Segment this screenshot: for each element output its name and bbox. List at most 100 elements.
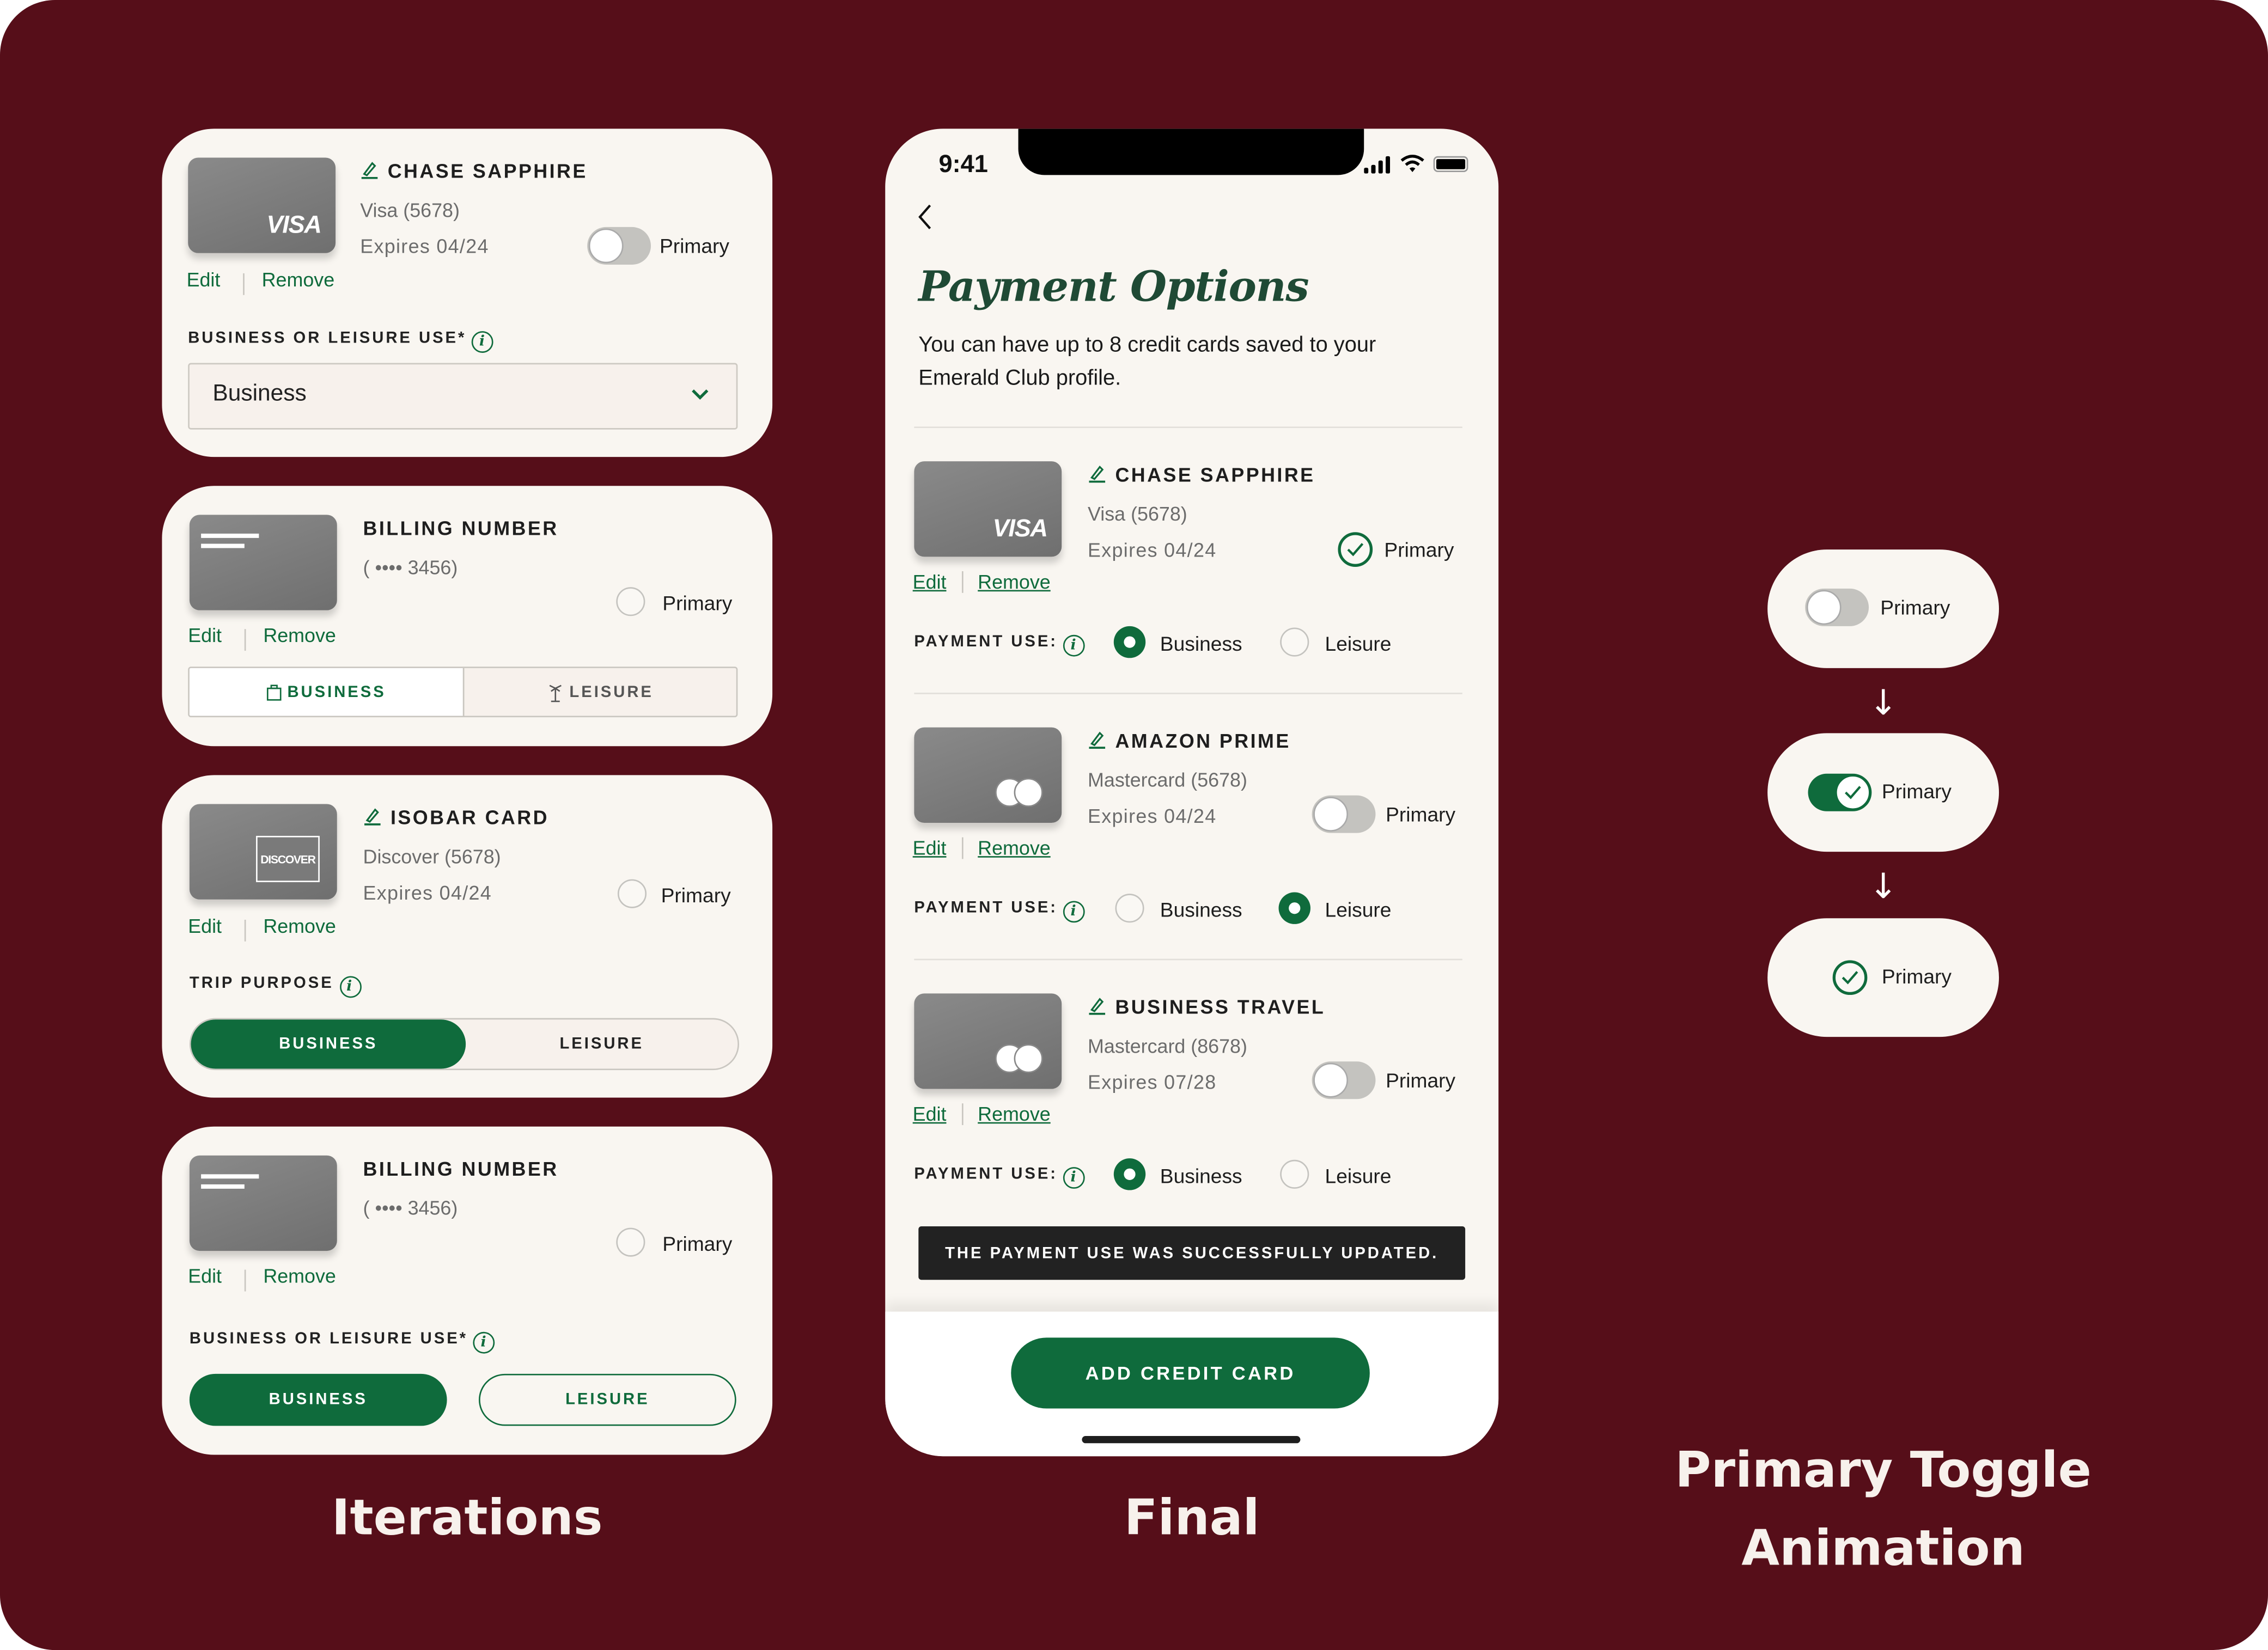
leisure-option[interactable]: LEISURE <box>466 1019 737 1068</box>
card-type: Discover (5678) <box>363 846 501 868</box>
check-knob <box>1835 775 1870 810</box>
primary-radio[interactable] <box>616 1227 645 1257</box>
business-button[interactable]: BUSINESS <box>189 1373 447 1426</box>
credit-card-thumbnail: VISA <box>914 461 1062 557</box>
primary-label: Primary <box>1386 1068 1456 1092</box>
business-option[interactable]: BUSINESS <box>191 1019 466 1069</box>
add-credit-card-button[interactable]: ADD CREDIT CARD <box>1011 1337 1370 1409</box>
primary-label: Primary <box>662 591 733 615</box>
card-title-text: CHASE SAPPHIRE <box>1115 464 1315 486</box>
leisure-radio[interactable] <box>1280 627 1309 657</box>
info-icon[interactable]: i <box>472 331 494 353</box>
credit-card-thumbnail <box>914 993 1062 1089</box>
remove-link[interactable]: Remove <box>263 625 336 646</box>
iterations-heading: Iterations <box>331 1489 603 1548</box>
business-radio[interactable] <box>1113 626 1146 658</box>
payment-card-row: AMAZON PRIME Mastercard (5678) Expires 0… <box>885 704 1498 958</box>
edit-link[interactable]: Edit <box>188 625 222 646</box>
primary-radio[interactable] <box>616 587 645 616</box>
animation-state-check: Primary <box>1767 918 1999 1037</box>
info-icon[interactable]: i <box>1063 634 1086 657</box>
billing-lines-icon <box>201 1174 259 1194</box>
payment-use-label-text: PAYMENT USE: <box>914 1165 1058 1183</box>
edit-link[interactable]: Edit <box>188 915 222 937</box>
arrow-down-icon: ↓ <box>1869 866 1898 907</box>
battery-icon <box>1433 156 1468 173</box>
chevron-down-icon <box>692 389 709 400</box>
remove-link[interactable]: Remove <box>263 915 336 937</box>
payment-card-row: VISA CHASE SAPPHIRE Visa (5678) Expires … <box>885 438 1498 693</box>
primary-toggle-on[interactable] <box>1808 773 1872 811</box>
arrow-down-icon: ↓ <box>1869 682 1898 723</box>
primary-toggle[interactable] <box>1312 795 1376 833</box>
animation-heading-line2: Animation <box>1741 1520 2025 1578</box>
card-title: BILLING NUMBER <box>363 517 559 540</box>
home-indicator[interactable] <box>1082 1436 1301 1444</box>
remove-link[interactable]: Remove <box>262 269 335 291</box>
card-title: BILLING NUMBER <box>363 1158 559 1180</box>
phone-notch <box>1018 129 1364 175</box>
card-title: BUSINESS TRAVEL <box>1088 997 1325 1018</box>
trip-purpose-switch: BUSINESS LEISURE <box>189 1018 740 1071</box>
remove-link[interactable]: Remove <box>978 1103 1051 1125</box>
pencil-icon[interactable] <box>360 161 379 180</box>
edit-link[interactable]: Edit <box>188 1266 222 1287</box>
info-icon[interactable]: i <box>473 1331 496 1354</box>
edit-link[interactable]: Edit <box>913 571 947 593</box>
pencil-icon[interactable] <box>363 807 382 826</box>
leisure-button[interactable]: LEISURE <box>479 1373 736 1426</box>
edit-link[interactable]: Edit <box>913 1103 947 1125</box>
card-title-text: CHASE SAPPHIRE <box>387 160 588 182</box>
edit-link[interactable]: Edit <box>187 269 221 291</box>
primary-radio[interactable] <box>617 879 647 908</box>
leisure-option-label: Leisure <box>1325 898 1392 921</box>
iteration-card-1: VISA CHASE SAPPHIRE Visa (5678) Expires … <box>162 129 773 457</box>
animation-heading-line1: Primary Toggle <box>1675 1441 2092 1500</box>
primary-toggle[interactable] <box>1312 1061 1376 1099</box>
primary-label: Primary <box>1386 802 1456 826</box>
back-chevron-icon[interactable] <box>917 204 935 230</box>
primary-label: Primary <box>1880 596 1950 619</box>
card-title-text: BUSINESS TRAVEL <box>1115 996 1326 1018</box>
remove-link[interactable]: Remove <box>978 571 1051 593</box>
business-radio[interactable] <box>1113 1158 1146 1190</box>
segment-leisure[interactable]: LEISURE <box>462 668 736 716</box>
use-select[interactable]: Business <box>188 363 738 430</box>
credit-card-thumbnail: VISA <box>188 157 336 253</box>
primary-toggle-off[interactable] <box>1805 588 1869 626</box>
billing-lines-icon <box>201 533 259 554</box>
primary-check-icon[interactable] <box>1338 532 1373 567</box>
iteration-card-4: BILLING NUMBER ( •••• 3456) Primary Edit… <box>162 1126 773 1455</box>
primary-label: Primary <box>662 1232 733 1256</box>
info-icon[interactable]: i <box>1063 901 1086 923</box>
card-type: Visa (5678) <box>1088 503 1187 525</box>
segment-business-label: BUSINESS <box>287 683 386 701</box>
select-value: Business <box>212 382 307 407</box>
page-description: You can have up to 8 credit cards saved … <box>918 332 1376 391</box>
use-label: TRIP PURPOSE i <box>190 975 362 998</box>
primary-toggle[interactable] <box>587 227 651 265</box>
primary-label: Primary <box>1881 964 1952 988</box>
primary-label: Primary <box>659 234 730 258</box>
discover-logo-icon: DISCOVER <box>256 835 320 882</box>
segment-business[interactable]: BUSINESS <box>189 668 462 716</box>
visa-logo-icon: VISA <box>266 211 321 239</box>
divider <box>914 426 1462 429</box>
edit-link[interactable]: Edit <box>913 838 947 859</box>
divider <box>914 693 1462 694</box>
info-icon[interactable]: i <box>1063 1167 1086 1189</box>
leisure-radio[interactable] <box>1278 892 1310 924</box>
pencil-icon[interactable] <box>1088 997 1107 1016</box>
payment-use-label: PAYMENT USE: i <box>914 1165 1086 1189</box>
info-icon[interactable]: i <box>339 976 362 998</box>
remove-link[interactable]: Remove <box>978 838 1051 859</box>
primary-check-icon[interactable] <box>1832 960 1868 995</box>
iteration-card-2: BILLING NUMBER ( •••• 3456) Primary Edit… <box>162 486 773 747</box>
business-radio[interactable] <box>1115 894 1144 923</box>
remove-link[interactable]: Remove <box>263 1266 336 1287</box>
divider <box>914 958 1462 961</box>
pencil-icon[interactable] <box>1088 730 1107 749</box>
pencil-icon[interactable] <box>1088 464 1107 483</box>
card-type: Mastercard (8678) <box>1088 1035 1247 1058</box>
leisure-radio[interactable] <box>1280 1159 1309 1189</box>
